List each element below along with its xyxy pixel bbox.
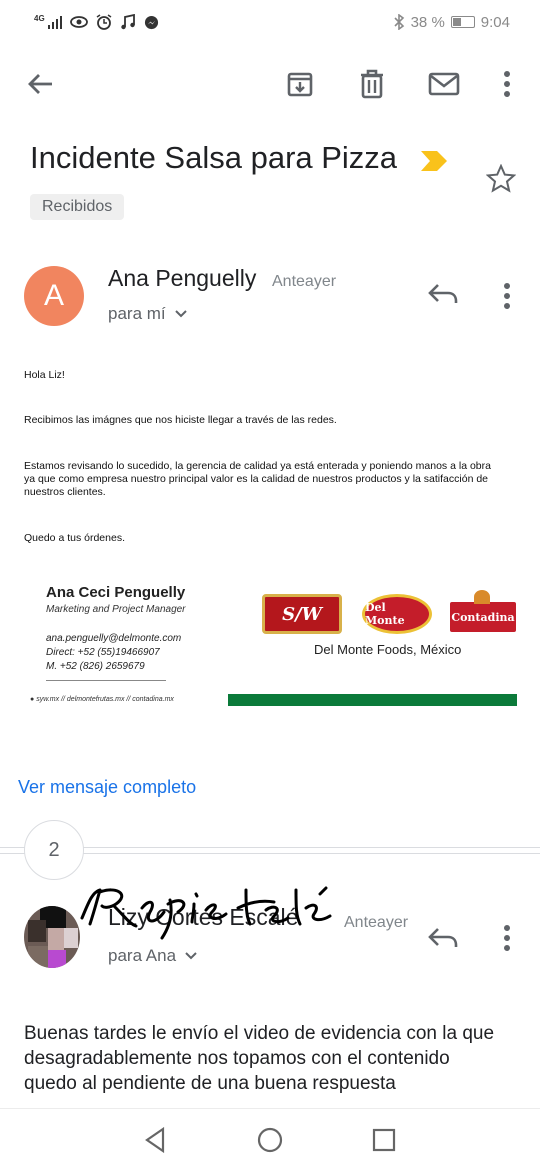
recipient-label: para mí bbox=[108, 304, 166, 323]
more-vertical-icon bbox=[504, 925, 510, 951]
status-bar: 4G 38 % 9:04 bbox=[0, 0, 540, 44]
chevron-down-icon bbox=[174, 310, 187, 318]
recipient-label: para Ana bbox=[108, 946, 177, 965]
message-paragraph: Recibimos las imágnes que nos hiciste ll… bbox=[24, 414, 337, 426]
signature-email[interactable]: ana.penguelly@delmonte.com bbox=[46, 632, 181, 646]
reply-button[interactable] bbox=[425, 920, 461, 956]
system-nav-bar bbox=[0, 1108, 540, 1170]
collapsed-count-text: 2 bbox=[48, 838, 60, 861]
eye-icon bbox=[69, 16, 88, 28]
signature-divider bbox=[46, 680, 166, 681]
email-subject: Incidente Salsa para Pizza bbox=[30, 140, 398, 175]
label-chip-inbox[interactable]: Recibidos bbox=[30, 194, 125, 220]
signature-name: Ana Ceci Penguelly bbox=[46, 584, 186, 601]
envelope-icon bbox=[428, 72, 460, 96]
music-icon bbox=[120, 14, 135, 30]
mark-unread-button[interactable] bbox=[424, 64, 464, 104]
signature-contact: ana.penguelly@delmonte.com Direct: +52 (… bbox=[46, 632, 181, 674]
battery-percent: 38 % bbox=[410, 13, 445, 31]
avatar[interactable]: A bbox=[24, 266, 84, 326]
del-monte-logo-text: Del Monte bbox=[365, 601, 405, 627]
collapsed-messages-count[interactable]: 2 bbox=[24, 820, 84, 880]
signature-direct-phone: Direct: +52 (55)19466907 bbox=[46, 647, 160, 658]
arrow-left-icon bbox=[28, 74, 52, 94]
chevron-down-icon bbox=[185, 952, 197, 960]
clock: 9:04 bbox=[480, 13, 510, 31]
archive-button[interactable] bbox=[280, 64, 320, 104]
square-recents-icon bbox=[372, 1128, 396, 1152]
circle-home-icon bbox=[257, 1127, 283, 1153]
message-paragraph-line: Estamos revisando lo sucedido, la gerenc… bbox=[24, 460, 491, 472]
message-more-button[interactable] bbox=[492, 278, 522, 314]
recipient-toggle[interactable]: para mí bbox=[108, 304, 188, 324]
sender-name: Ana Penguelly bbox=[108, 265, 257, 291]
del-monte-logo: Del Monte bbox=[362, 594, 432, 634]
signature-brand-bar bbox=[228, 694, 517, 706]
importance-marker-icon[interactable] bbox=[421, 151, 447, 171]
delete-button[interactable] bbox=[352, 64, 392, 104]
star-icon[interactable] bbox=[486, 164, 516, 194]
signature-mobile-phone: M. +52 (826) 2659679 bbox=[46, 661, 145, 672]
message-paragraph-line: nuestros clientes. bbox=[24, 486, 106, 498]
contadina-logo: Contadina bbox=[450, 590, 516, 632]
message-closing: Quedo a tus órdenes. bbox=[24, 532, 125, 544]
message-paragraph-line: ya que como empresa nuestro principal va… bbox=[24, 473, 489, 485]
back-button[interactable] bbox=[20, 64, 60, 104]
archive-icon bbox=[287, 72, 313, 97]
nav-home-button[interactable] bbox=[255, 1125, 285, 1155]
contadina-logo-text: Contadina bbox=[451, 610, 515, 624]
nav-recents-button[interactable] bbox=[369, 1125, 399, 1155]
email-signature: Ana Ceci Penguelly Marketing and Project… bbox=[26, 576, 520, 716]
reply-icon bbox=[428, 284, 458, 303]
sw-logo: S/W bbox=[262, 594, 342, 634]
sw-logo-text: S/W bbox=[282, 603, 322, 625]
message-date: Anteayer bbox=[272, 273, 337, 290]
more-vertical-icon bbox=[504, 283, 510, 309]
recipient-toggle[interactable]: para Ana bbox=[108, 946, 198, 966]
scribble-overlay bbox=[80, 886, 332, 940]
alarm-icon bbox=[96, 14, 112, 30]
signature-websites: ● syw.mx // delmontefrutas.mx // contadi… bbox=[30, 696, 174, 703]
message-more-button[interactable] bbox=[492, 920, 522, 956]
reply-button[interactable] bbox=[425, 276, 461, 312]
triangle-back-icon bbox=[145, 1127, 165, 1153]
signal-icon: 4G bbox=[34, 15, 62, 29]
status-left: 4G bbox=[34, 14, 159, 30]
bluetooth-icon bbox=[394, 14, 404, 30]
more-options-button[interactable] bbox=[487, 64, 527, 104]
nav-back-button[interactable] bbox=[140, 1125, 170, 1155]
message-body: Buenas tardes le envío el video de evide… bbox=[24, 1023, 495, 1094]
status-right: 38 % 9:04 bbox=[393, 14, 510, 31]
email-toolbar bbox=[0, 56, 540, 116]
messenger-icon bbox=[144, 15, 158, 29]
message-date: Anteayer bbox=[344, 914, 409, 931]
avatar-letter: A bbox=[43, 279, 64, 312]
battery-icon bbox=[450, 16, 475, 28]
reply-icon bbox=[428, 928, 458, 947]
trash-icon bbox=[361, 69, 383, 99]
signature-role: Marketing and Project Manager bbox=[46, 604, 186, 615]
network-type: 4G bbox=[34, 14, 45, 23]
signature-websites-text: syw.mx // delmontefrutas.mx // contadina… bbox=[36, 696, 174, 703]
view-full-message-link[interactable]: Ver mensaje completo bbox=[18, 777, 196, 798]
message-greeting: Hola Liz! bbox=[24, 369, 65, 381]
more-vertical-icon bbox=[504, 71, 510, 97]
signature-company: Del Monte Foods, México bbox=[314, 642, 462, 657]
